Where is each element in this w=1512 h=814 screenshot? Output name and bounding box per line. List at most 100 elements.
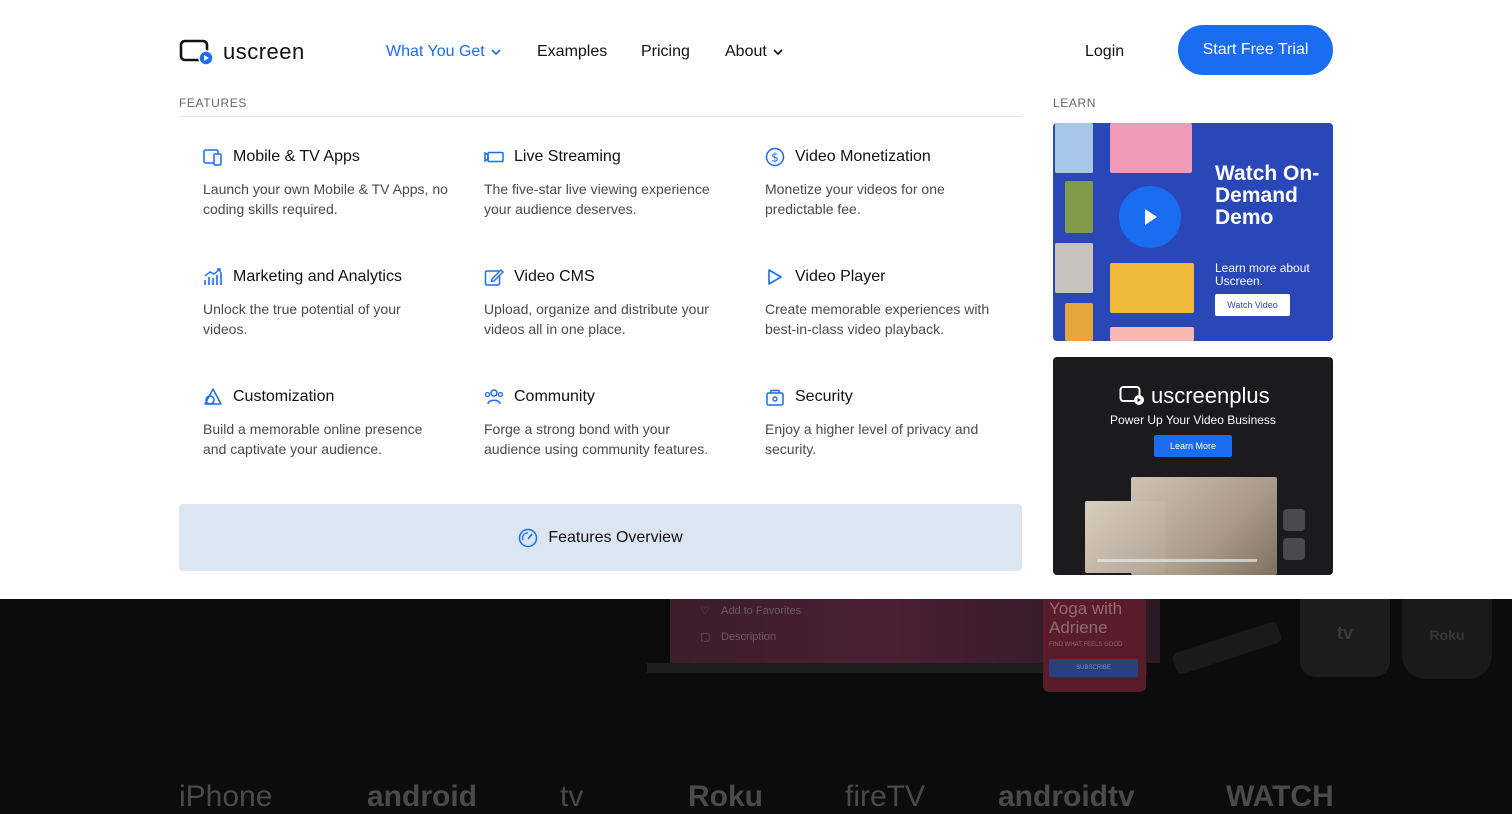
live-stream-icon xyxy=(484,147,504,167)
background-yoga-title: Yoga with Adriene xyxy=(1049,599,1123,637)
page-background: ♡ Add to Favorites ▢ Description Yoga wi… xyxy=(0,599,1512,814)
platform-iphone: iPhone xyxy=(179,780,273,813)
uscreen-plus-logo: uscreenplus xyxy=(1119,383,1270,409)
nav-what-you-get-label: What You Get xyxy=(386,43,485,60)
nav-examples-label: Examples xyxy=(537,43,608,60)
demo-card-title: Watch On-Demand Demo xyxy=(1215,162,1320,229)
feature-marketing-analytics[interactable]: Marketing and Analytics Unlock the true … xyxy=(203,266,463,339)
nav-pricing-label: Pricing xyxy=(641,43,690,60)
feature-title: Marketing and Analytics xyxy=(233,268,402,285)
nav-pricing[interactable]: Pricing xyxy=(641,40,690,64)
watch-demo-card[interactable]: Watch On-Demand Demo Learn more about Us… xyxy=(1053,123,1333,341)
dollar-icon: $ xyxy=(765,147,785,167)
feature-description: The five-star live viewing experience yo… xyxy=(484,181,710,217)
customization-icon xyxy=(203,387,223,407)
background-heart-icon: ♡ xyxy=(700,605,710,617)
background-apple-tv-box: tv xyxy=(1300,599,1390,677)
lock-icon xyxy=(765,387,785,407)
feature-title: Live Streaming xyxy=(514,148,621,165)
demo-thumbnail xyxy=(1055,123,1093,173)
analytics-icon xyxy=(203,267,223,287)
feature-description: Launch your own Mobile & TV Apps, no cod… xyxy=(203,181,448,217)
watch-video-button[interactable]: Watch Video xyxy=(1215,294,1290,316)
background-roku-label: Roku xyxy=(1429,627,1465,643)
uscreen-plus-card[interactable]: uscreenplus Power Up Your Video Business… xyxy=(1053,357,1333,575)
platform-apple-tv: tv xyxy=(560,780,584,813)
feature-description: Build a memorable online presence and ca… xyxy=(203,421,423,457)
demo-thumbnail xyxy=(1110,123,1192,173)
uscreen-plus-logo-text: uscreenplus xyxy=(1151,383,1270,408)
feature-mobile-tv-apps[interactable]: Mobile & TV Apps Launch your own Mobile … xyxy=(203,146,463,219)
background-description-text: Description xyxy=(721,631,777,643)
feature-live-streaming[interactable]: Live Streaming The five-star live viewin… xyxy=(484,146,744,219)
background-favorites-text: Add to Favorites xyxy=(721,605,802,617)
background-apple-tv-label: tv xyxy=(1336,623,1353,643)
feature-video-cms[interactable]: Video CMS Upload, organize and distribut… xyxy=(484,266,744,339)
feature-video-monetization[interactable]: $ Video Monetization Monetize your video… xyxy=(765,146,1025,219)
demo-thumbnail xyxy=(1065,181,1093,233)
platform-android: android xyxy=(367,780,477,813)
background-firestick xyxy=(1171,620,1283,676)
play-icon xyxy=(765,267,785,287)
start-free-trial-button[interactable]: Start Free Trial xyxy=(1178,25,1333,75)
community-icon xyxy=(484,387,504,407)
feature-title: Video Player xyxy=(795,268,886,285)
devices-icon xyxy=(203,147,223,167)
demo-thumbnail xyxy=(1065,303,1093,341)
background-book-icon: ▢ xyxy=(700,631,711,643)
feature-description: Unlock the true potential of your videos… xyxy=(203,301,401,337)
features-overview-label: Features Overview xyxy=(548,528,683,546)
demo-card-subtitle: Learn more about Uscreen. xyxy=(1215,261,1310,288)
feature-description: Enjoy a higher level of privacy and secu… xyxy=(765,421,979,457)
chevron-down-icon xyxy=(773,49,783,55)
background-subscribe: SUBSCRIBE xyxy=(1049,659,1138,677)
demo-thumbnail xyxy=(1110,263,1194,313)
platform-apple-watch: WATCH xyxy=(1226,780,1334,813)
nav-examples[interactable]: Examples xyxy=(537,40,607,64)
learn-section-label: LEARN xyxy=(1053,96,1097,110)
platform-fire-tv: fireTV xyxy=(845,780,926,813)
platform-roku: Roku xyxy=(688,780,763,813)
edit-icon xyxy=(484,267,504,287)
plus-card-device xyxy=(1283,538,1305,560)
feature-community[interactable]: Community Forge a strong bond with your … xyxy=(484,386,744,459)
feature-security[interactable]: Security Enjoy a higher level of privacy… xyxy=(765,386,1025,459)
features-overview-button[interactable]: Features Overview xyxy=(179,504,1022,571)
feature-title: Video CMS xyxy=(514,268,595,285)
chevron-down-icon xyxy=(491,49,501,55)
feature-title: Customization xyxy=(233,388,335,405)
nav-what-you-get[interactable]: What You Get xyxy=(386,40,501,64)
platform-android-tv: androidtv xyxy=(998,780,1135,813)
svg-text:$: $ xyxy=(771,151,779,165)
feature-video-player[interactable]: Video Player Create memorable experience… xyxy=(765,266,1025,339)
feature-description: Upload, organize and distribute your vid… xyxy=(484,301,709,337)
play-icon xyxy=(1145,209,1157,225)
gauge-icon xyxy=(519,528,538,547)
plus-card-subtitle: Power Up Your Video Business xyxy=(1110,413,1276,427)
plus-card-device xyxy=(1283,509,1305,531)
background-yoga-tagline: FIND WHAT FEELS GOOD xyxy=(1049,642,1123,648)
features-divider xyxy=(179,116,1022,117)
login-link[interactable]: Login xyxy=(1085,40,1124,64)
feature-title: Security xyxy=(795,388,853,405)
demo-thumbnail xyxy=(1110,327,1194,341)
uscreen-logo-icon xyxy=(1119,386,1144,405)
learn-more-button[interactable]: Learn More xyxy=(1154,435,1232,457)
nav-about[interactable]: About xyxy=(725,40,783,64)
demo-play-button[interactable] xyxy=(1119,186,1181,248)
platform-logos: iPhone android tv Roku fireTV androidtv … xyxy=(0,777,1512,814)
feature-description: Forge a strong bond with your audience u… xyxy=(484,421,709,457)
feature-title: Video Monetization xyxy=(795,148,931,165)
plus-card-progress-bar xyxy=(1097,559,1257,562)
demo-thumbnail xyxy=(1055,243,1093,293)
uscreen-logo[interactable]: uscreen xyxy=(179,36,319,68)
logo-text: uscreen xyxy=(223,39,305,64)
feature-title: Community xyxy=(514,388,595,405)
feature-description: Monetize your videos for one predictable… xyxy=(765,181,945,217)
plus-card-tablet-image xyxy=(1085,501,1165,573)
feature-customization[interactable]: Customization Build a memorable online p… xyxy=(203,386,463,459)
background-roku-box: Roku xyxy=(1402,599,1492,679)
feature-title: Mobile & TV Apps xyxy=(233,148,360,165)
uscreen-logo-icon xyxy=(179,39,214,66)
mega-menu-panel: uscreen What You Get Examples Pricing Ab… xyxy=(0,0,1512,599)
